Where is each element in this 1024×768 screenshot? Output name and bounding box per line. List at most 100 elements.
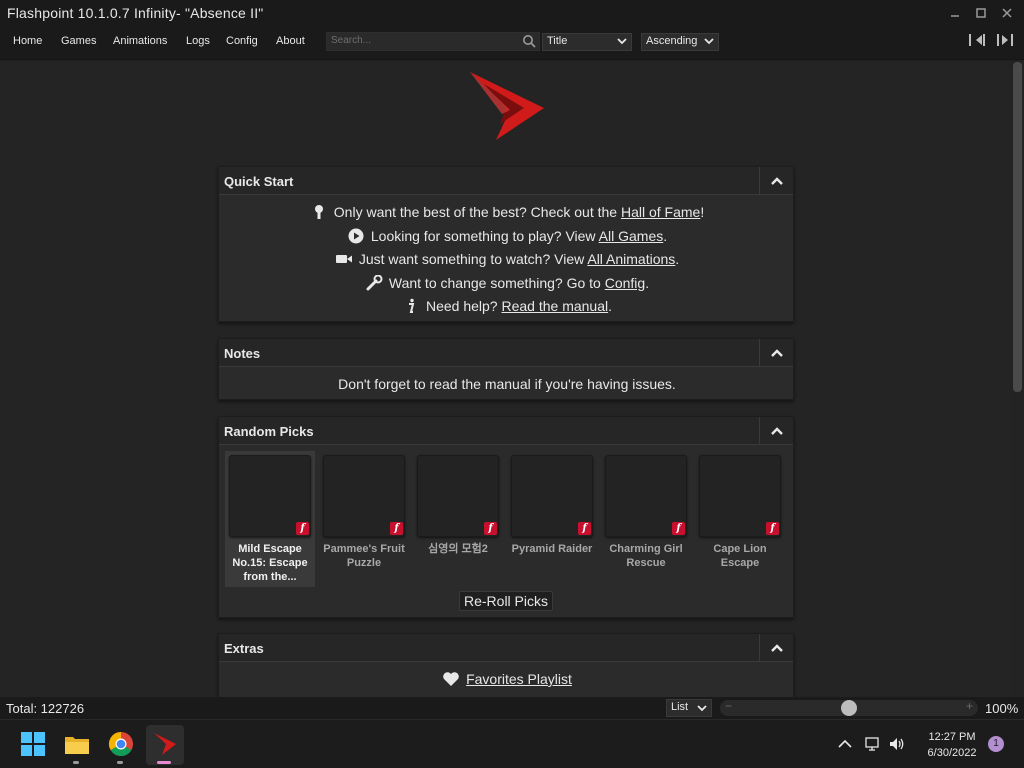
nav-animations[interactable]: Animations (113, 35, 167, 47)
windows-start-icon[interactable] (19, 730, 47, 758)
flash-platform-icon: f (578, 522, 591, 535)
game-thumbnail: f (605, 455, 687, 537)
quick-start-title: Quick Start (224, 174, 294, 189)
play-circle-icon (348, 228, 364, 244)
game-title: 심영의 모험2 (428, 543, 488, 555)
random-picks-collapse-button[interactable] (759, 417, 793, 445)
random-picks-panel: Random Picks f Mild Escape No.15: Escape… (218, 416, 794, 618)
flash-platform-icon: f (766, 522, 779, 535)
notes-text: Don't forget to read the manual if you'r… (338, 376, 676, 392)
nav-logs[interactable]: Logs (186, 35, 210, 47)
info-icon (408, 298, 415, 313)
view-mode-select[interactable]: List (666, 699, 712, 717)
config-link[interactable]: Config (605, 275, 645, 291)
scrollbar-thumb[interactable] (1013, 62, 1022, 392)
random-pick-card[interactable]: f 심영의 모험2 (413, 451, 503, 587)
quick-start-header: Quick Start (219, 167, 793, 195)
game-title: Pammee's Fruit Puzzle (323, 543, 405, 569)
notes-header: Notes (219, 339, 793, 367)
network-icon[interactable] (863, 736, 881, 752)
chevron-up-icon[interactable] (836, 736, 854, 752)
window-title: Flashpoint 10.1.0.7 Infinity- "Absence I… (7, 5, 264, 21)
favorites-playlist-link[interactable]: Favorites Playlist (466, 671, 572, 687)
sort-field-select[interactable]: Title (542, 33, 632, 51)
running-indicator (117, 761, 123, 764)
heart-icon (443, 672, 459, 686)
close-button[interactable] (994, 0, 1020, 26)
notes-collapse-button[interactable] (759, 339, 793, 367)
random-pick-card[interactable]: f Pammee's Fruit Puzzle (319, 451, 409, 587)
chevron-up-icon (770, 177, 783, 185)
toggle-right-sidebar-icon[interactable] (996, 32, 1014, 48)
volume-icon[interactable] (888, 736, 906, 752)
game-thumbnail: f (699, 455, 781, 537)
quick-start-collapse-button[interactable] (759, 167, 793, 195)
game-title: Cape Lion Escape (713, 543, 767, 569)
nav-home[interactable]: Home (13, 35, 42, 47)
home-page: Quick Start Only want the best of the be… (0, 61, 1010, 697)
nav-config[interactable]: Config (226, 35, 258, 47)
minimize-button[interactable] (942, 0, 968, 26)
quick-start-line-config: Want to change something? Go to Config. (219, 275, 795, 291)
clock-date: 6/30/2022 (927, 747, 977, 759)
file-explorer-icon[interactable] (63, 730, 91, 758)
game-title: Pyramid Raider (511, 543, 593, 555)
chevron-up-icon (770, 349, 783, 357)
flash-platform-icon: f (296, 522, 309, 535)
lightbulb-icon (314, 205, 323, 219)
wrench-icon (366, 275, 383, 291)
flash-platform-icon: f (484, 522, 497, 535)
flash-platform-icon: f (672, 522, 685, 535)
all-games-link[interactable]: All Games (599, 228, 664, 244)
sort-order-select[interactable]: Ascending (641, 33, 719, 51)
read-manual-link[interactable]: Read the manual (501, 298, 608, 314)
extras-title: Extras (224, 641, 264, 656)
hall-of-fame-link[interactable]: Hall of Fame (621, 204, 700, 220)
game-thumbnail: f (417, 455, 499, 537)
search-input[interactable]: Search... (326, 32, 540, 51)
reroll-picks-button[interactable]: Re-Roll Picks (459, 591, 553, 611)
all-animations-link[interactable]: All Animations (587, 251, 675, 267)
quick-start-panel: Quick Start Only want the best of the be… (218, 166, 794, 322)
zoom-slider-thumb[interactable] (841, 700, 857, 716)
nav-games[interactable]: Games (61, 35, 96, 47)
game-title: Mild Escape No.15: Escape from the... (232, 543, 308, 583)
flash-platform-icon: f (390, 522, 403, 535)
quick-start-line-all-animations: Just want something to watch? View All A… (219, 251, 795, 267)
random-picks-title: Random Picks (224, 424, 314, 439)
status-bar: Total: 122726 List − + 100% (0, 697, 1024, 719)
game-thumbnail: f (323, 455, 405, 537)
random-pick-card[interactable]: f Charming Girl Rescue (601, 451, 691, 587)
chevron-down-icon (697, 705, 707, 712)
game-thumbnail: f (229, 455, 311, 537)
flashpoint-taskbar-icon[interactable] (151, 730, 179, 758)
sort-field-value: Title (547, 35, 568, 47)
running-indicator (73, 761, 79, 764)
notification-badge[interactable]: 1 (988, 736, 1004, 752)
quick-start-line-manual: Need help? Read the manual. (219, 298, 795, 314)
extras-panel: Extras Favorites Playlist (218, 633, 794, 697)
clock-time: 12:27 PM (928, 731, 976, 743)
toggle-left-sidebar-icon[interactable] (968, 32, 986, 48)
notes-panel: Notes Don't forget to read the manual if… (218, 338, 794, 400)
nav-about[interactable]: About (276, 35, 305, 47)
extras-header: Extras (219, 634, 793, 662)
chevron-down-icon (617, 38, 627, 45)
minimize-icon (951, 15, 959, 17)
zoom-minus-icon[interactable]: − (725, 699, 732, 713)
chevron-down-icon (704, 38, 714, 45)
video-camera-icon (335, 255, 352, 263)
maximize-icon (976, 8, 986, 18)
extras-line-favorites: Favorites Playlist (219, 671, 795, 687)
zoom-plus-icon[interactable]: + (966, 699, 973, 713)
maximize-button[interactable] (968, 0, 994, 26)
random-pick-card[interactable]: f Cape Lion Escape (695, 451, 785, 587)
random-pick-card[interactable]: f Pyramid Raider (507, 451, 597, 587)
search-icon[interactable] (522, 34, 536, 48)
notes-title: Notes (224, 346, 261, 361)
system-clock[interactable]: 12:27 PM 6/30/2022 (912, 729, 992, 761)
sort-order-value: Ascending (646, 35, 698, 47)
extras-collapse-button[interactable] (759, 634, 793, 662)
chrome-icon[interactable] (107, 730, 135, 758)
random-pick-card[interactable]: f Mild Escape No.15: Escape from the... (225, 451, 315, 587)
